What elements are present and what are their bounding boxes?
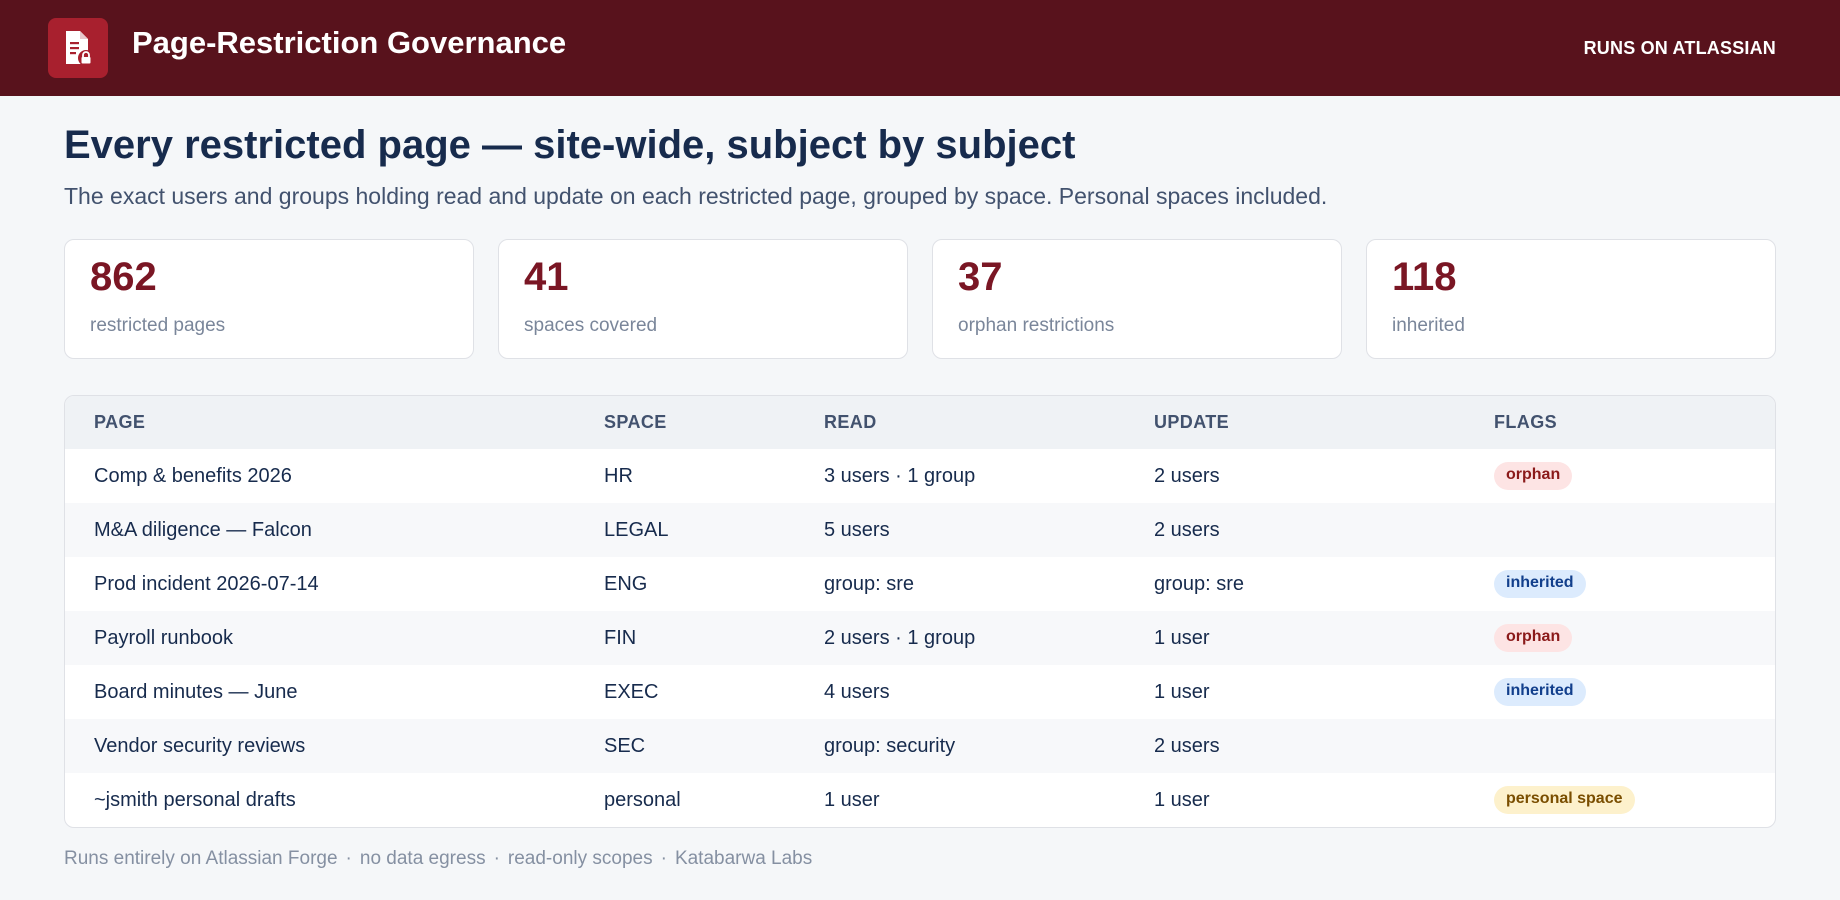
flag-badge: orphan bbox=[1494, 462, 1573, 490]
cell-flags bbox=[1494, 503, 1775, 557]
flag-badge: inherited bbox=[1494, 678, 1586, 706]
table-row[interactable]: Board minutes — June EXEC 4 users 1 user inh… bbox=[65, 665, 1775, 719]
cell-page: Vendor security reviews bbox=[65, 719, 604, 773]
cell-read: group: security bbox=[824, 719, 1154, 773]
cell-flags: inherited bbox=[1494, 557, 1775, 611]
table-row[interactable]: Payroll runbook FIN 2 users · 1 group 1 use… bbox=[65, 611, 1775, 665]
cell-update: 1 user bbox=[1154, 788, 1210, 811]
table-row[interactable]: Comp & benefits 2026 HR 3 users · 1 group 2… bbox=[65, 449, 1775, 503]
restrictions-table: PAGE SPACE READ UPDATE FLAGS Comp & bene… bbox=[64, 395, 1776, 828]
stat-card-inherited: 118 inherited bbox=[1366, 239, 1776, 359]
cell-page: Comp & benefits 2026 bbox=[94, 464, 292, 487]
stat-value: 37 bbox=[958, 255, 1003, 299]
cell-page: Board minutes — June bbox=[94, 680, 298, 703]
stat-label: inherited bbox=[1392, 315, 1465, 336]
cell-flags: orphan bbox=[1494, 449, 1775, 503]
cell-space: EXEC bbox=[604, 680, 659, 703]
column-header-flags[interactable]: FLAGS bbox=[1494, 396, 1775, 449]
cell-update: 1 user bbox=[1154, 611, 1494, 665]
footer-separator: · bbox=[660, 848, 667, 869]
cell-flags: orphan bbox=[1494, 611, 1775, 665]
cell-space: SEC bbox=[604, 719, 824, 773]
footer-item: no data egress bbox=[359, 848, 486, 869]
stat-value: 41 bbox=[524, 255, 569, 299]
stat-label: restricted pages bbox=[90, 315, 226, 336]
column-header-page[interactable]: PAGE bbox=[65, 396, 604, 449]
cell-update: 2 users bbox=[1154, 503, 1494, 557]
footer-item: Runs entirely on Atlassian Forge bbox=[64, 848, 338, 869]
cell-space: personal bbox=[604, 788, 681, 811]
cell-page: Payroll runbook bbox=[65, 611, 604, 665]
table-row[interactable]: ~jsmith personal drafts personal 1 user 1 u… bbox=[65, 773, 1775, 827]
flag-badge: inherited bbox=[1494, 570, 1586, 598]
footer-separator: · bbox=[345, 848, 352, 869]
cell-page: Prod incident 2026-07-14 bbox=[94, 572, 319, 595]
cell-read: 3 users · 1 group bbox=[824, 464, 976, 487]
stat-card-orphan-restrictions: 37 orphan restrictions bbox=[932, 239, 1342, 359]
cell-space: ENG bbox=[604, 572, 648, 595]
table-row[interactable]: M&A diligence — Falcon LEGAL 5 users 2 user… bbox=[65, 503, 1775, 557]
cell-space: HR bbox=[604, 464, 633, 487]
cell-flags bbox=[1494, 719, 1775, 773]
cell-flags: inherited bbox=[1494, 665, 1775, 719]
cell-update: group: sre bbox=[1154, 572, 1245, 595]
stats-row: 862 restricted pages 41 spaces covered 3… bbox=[64, 239, 1776, 359]
stat-card-spaces-covered: 41 spaces covered bbox=[498, 239, 908, 359]
flag-badge: personal space bbox=[1494, 786, 1635, 814]
runs-on-atlassian-label: RUNS ON ATLASSIAN bbox=[1583, 37, 1776, 58]
stat-label: orphan restrictions bbox=[958, 315, 1115, 336]
table-row[interactable]: Prod incident 2026-07-14 ENG group: sre gro… bbox=[65, 557, 1775, 611]
stat-value: 862 bbox=[90, 255, 157, 299]
table-header-row: PAGE SPACE READ UPDATE FLAGS bbox=[65, 396, 1775, 449]
cell-space: LEGAL bbox=[604, 503, 824, 557]
footer-item: Katabarwa Labs bbox=[674, 848, 813, 869]
cell-read: 4 users bbox=[824, 680, 890, 703]
stat-card-restricted-pages: 862 restricted pages bbox=[64, 239, 474, 359]
table-row[interactable]: Vendor security reviews SEC group: securit… bbox=[65, 719, 1775, 773]
footer: Runs entirely on Atlassian Forge · no data… bbox=[64, 848, 1776, 870]
column-header-update[interactable]: UPDATE bbox=[1154, 396, 1494, 449]
top-bar: Page-Restriction Governance RUNS ON ATLA… bbox=[0, 0, 1840, 96]
page-lock-icon bbox=[48, 18, 108, 78]
cell-read: group: sre bbox=[824, 572, 915, 595]
cell-read: 5 users bbox=[824, 503, 1154, 557]
cell-page: ~jsmith personal drafts bbox=[94, 788, 296, 811]
flag-badge: orphan bbox=[1494, 624, 1573, 652]
column-header-space[interactable]: SPACE bbox=[604, 396, 824, 449]
stat-value: 118 bbox=[1392, 255, 1457, 299]
page-title: Every restricted page — site-wide, subje… bbox=[64, 123, 1076, 167]
cell-update: 1 user bbox=[1154, 680, 1210, 703]
cell-update: 2 users bbox=[1154, 719, 1494, 773]
cell-space: FIN bbox=[604, 611, 824, 665]
column-header-read[interactable]: READ bbox=[824, 396, 1154, 449]
main-content: Every restricted page — site-wide, subje… bbox=[0, 121, 1840, 870]
app-title: Page-Restriction Governance bbox=[132, 25, 567, 60]
footer-item: read-only scopes bbox=[507, 848, 653, 869]
cell-read: 1 user bbox=[824, 788, 880, 811]
cell-page: M&A diligence — Falcon bbox=[65, 503, 604, 557]
stat-label: spaces covered bbox=[524, 315, 658, 336]
cell-update: 2 users bbox=[1154, 464, 1220, 487]
page-subtitle: The exact users and groups holding read … bbox=[64, 183, 1328, 209]
footer-separator: · bbox=[493, 848, 500, 869]
cell-read: 2 users · 1 group bbox=[824, 611, 1154, 665]
cell-flags: personal space bbox=[1494, 773, 1775, 827]
